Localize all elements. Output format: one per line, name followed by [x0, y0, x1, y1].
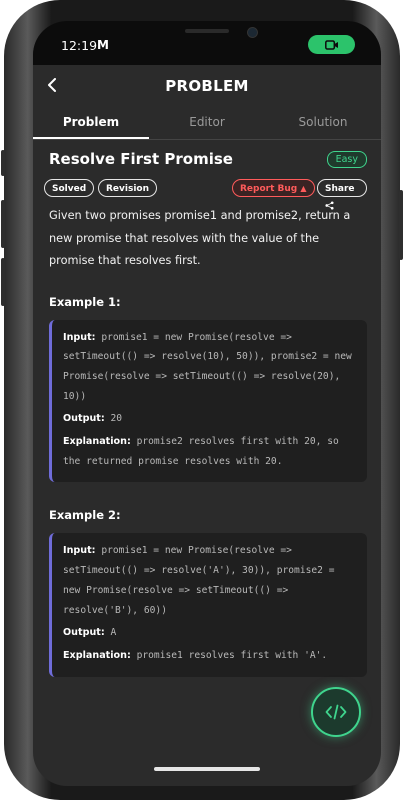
phone-frame: 12:19 M PROBLEM Problem Editor Solution … [1, 0, 403, 800]
power-button [399, 190, 403, 260]
tab-bar: Problem Editor Solution [33, 109, 381, 140]
tab-editor[interactable]: Editor [149, 109, 265, 139]
report-bug-label: Report Bug [240, 184, 298, 194]
input-label: Input: [63, 331, 96, 343]
tab-problem[interactable]: Problem [33, 109, 149, 139]
home-indicator[interactable] [154, 767, 260, 771]
share-button[interactable]: Share [317, 179, 367, 210]
revision-tag[interactable]: Revision [98, 179, 158, 197]
app-screen: 12:19 M PROBLEM Problem Editor Solution … [33, 21, 381, 786]
status-time: 12:19 [61, 38, 98, 53]
volume-up-button [1, 200, 5, 248]
problem-description: Given two promises promise1 and promise2… [49, 209, 351, 267]
app-header: PROBLEM [33, 65, 381, 107]
code-icon [325, 704, 347, 720]
tab-solution[interactable]: Solution [265, 109, 381, 139]
example-1-output: 20 [110, 413, 123, 425]
status-bar: 12:19 M [33, 21, 381, 65]
problem-content: Resolve First Promise Easy Solved Revisi… [44, 147, 367, 677]
output-label: Output: [63, 627, 105, 639]
report-bug-button[interactable]: Report Bug ▲ [232, 179, 315, 197]
front-camera [247, 27, 258, 38]
example-1-box: Input: promise1 = new Promise(resolve =>… [49, 319, 367, 483]
volume-down-button [1, 258, 5, 306]
example-2-output: A [110, 627, 117, 639]
example-2-explanation: promise1 resolves first with 'A'. [136, 649, 328, 661]
notification-m-icon: M [97, 38, 109, 52]
input-label: Input: [63, 545, 96, 557]
problem-title: Resolve First Promise [49, 150, 233, 168]
example-1-input: promise1 = new Promise(resolve => setTim… [63, 331, 352, 402]
share-label: Share [325, 184, 355, 194]
example-2-title: Example 2: [49, 508, 121, 523]
output-label: Output: [63, 413, 105, 425]
example-1-title: Example 1: [49, 294, 121, 309]
bug-icon: ▲ [300, 184, 307, 193]
mute-switch [1, 150, 5, 176]
video-camera-icon[interactable] [308, 35, 355, 54]
share-icon [325, 201, 334, 210]
solved-tag[interactable]: Solved [44, 179, 95, 197]
explanation-label: Explanation: [63, 649, 131, 661]
difficulty-badge: Easy [326, 151, 367, 168]
example-2-input: promise1 = new Promise(resolve => setTim… [63, 545, 335, 616]
page-title: PROBLEM [165, 77, 249, 95]
earpiece-speaker [185, 29, 229, 33]
code-editor-fab[interactable] [311, 687, 361, 737]
example-2-box: Input: promise1 = new Promise(resolve =>… [49, 533, 367, 677]
explanation-label: Explanation: [63, 436, 131, 448]
